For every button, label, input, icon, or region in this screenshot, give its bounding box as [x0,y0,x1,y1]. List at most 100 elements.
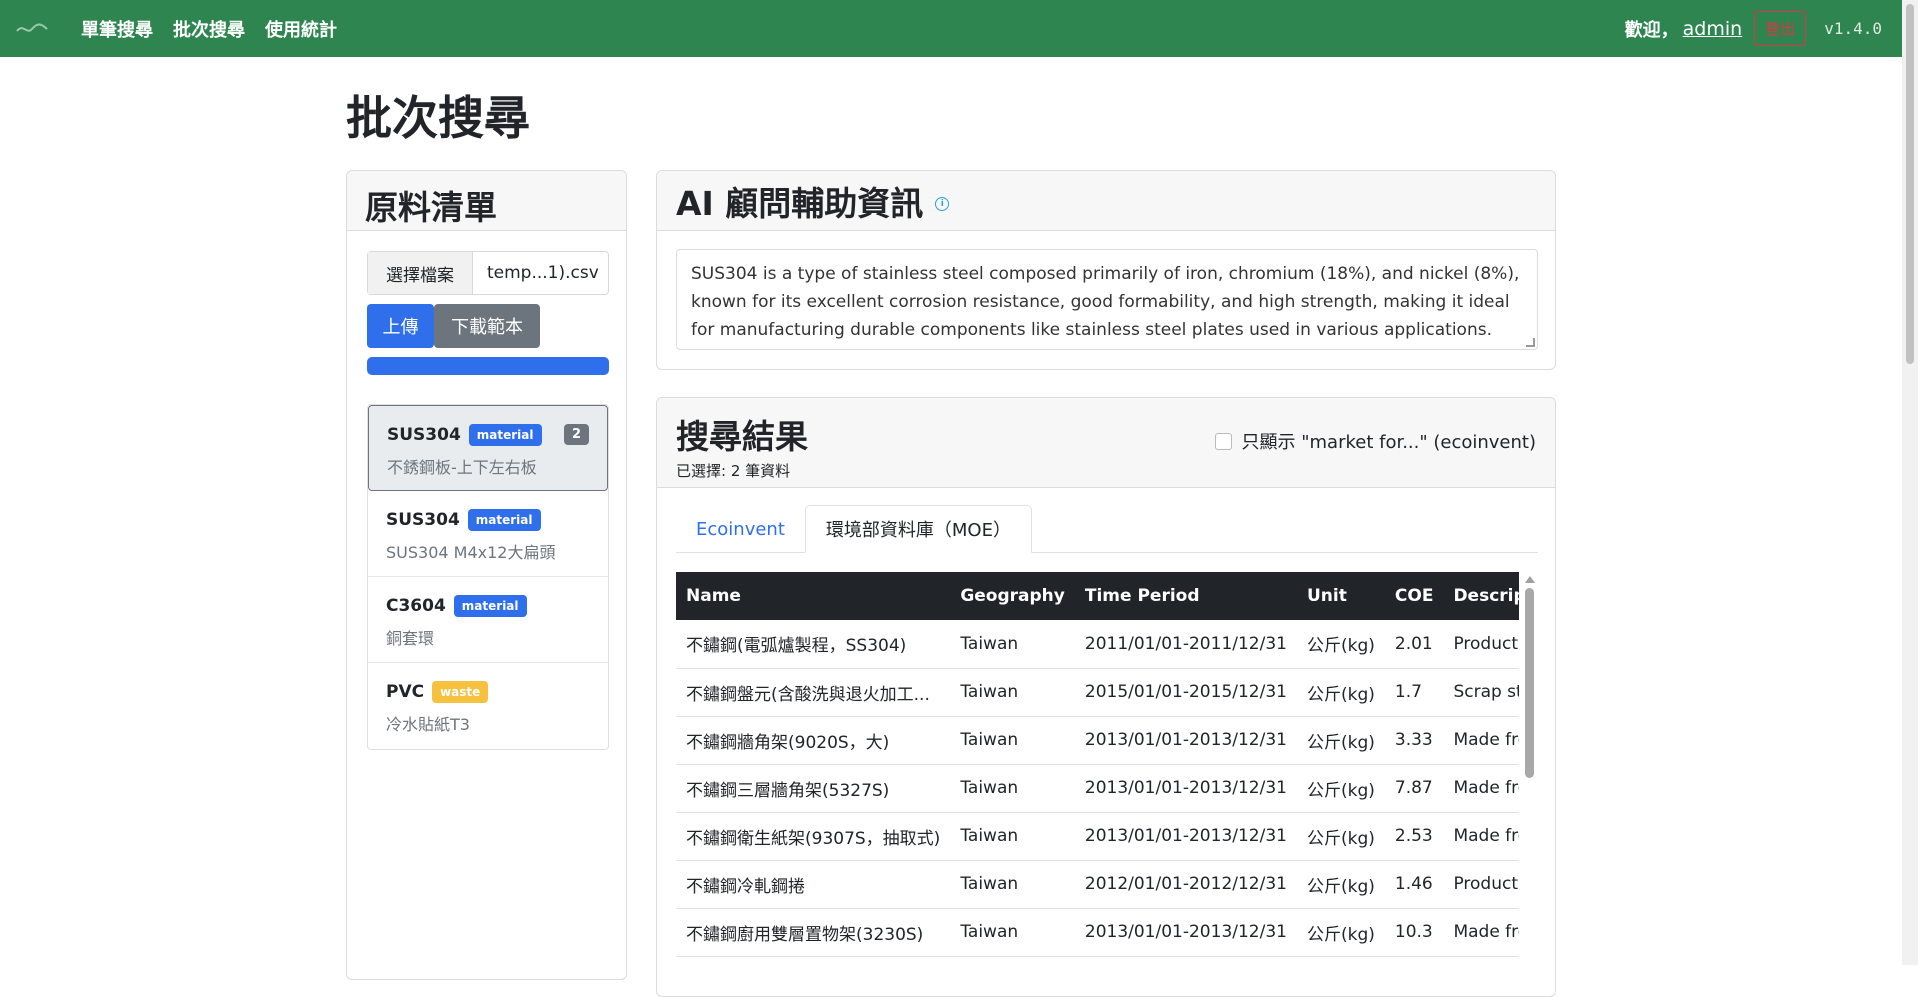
ai-advice-text: SUS304 is a type of stainless steel comp… [691,264,1520,340]
tab-ecoinvent[interactable]: Ecoinvent [676,505,805,553]
material-name: PVC [386,682,425,702]
logout-button[interactable]: 登出 [1754,11,1807,46]
welcome-text: 歡迎， [1624,19,1679,41]
table-header-row: Name Geography Time Period Unit COE Desc… [676,572,1519,620]
cell-description: Scrap steel [1443,668,1519,717]
table-row[interactable]: 不鏽鋼三層牆角架(5327S) Taiwan 2013/01/01-2013/12/… [676,764,1519,813]
resize-grip-icon[interactable] [1526,338,1535,347]
page-title: 批次搜尋 [346,91,530,145]
cell-geography: Taiwan [950,620,1075,669]
cell-geography: Taiwan [950,860,1075,909]
column-header-name[interactable]: Name [676,572,950,620]
cell-description: Production [1443,620,1519,669]
cell-geography: Taiwan [950,908,1075,957]
material-name: SUS304 [386,510,460,530]
cell-unit: 公斤(kg) [1296,860,1385,909]
info-icon[interactable]: i [935,196,950,211]
table-row[interactable]: 不鏽鋼廚用雙層置物架(3230S) Taiwan 2013/01/01-2013/1… [676,908,1519,957]
table-scrollbar-thumb[interactable] [1525,588,1534,778]
column-header-coe[interactable]: COE [1385,572,1444,620]
cell-name: 不鏽鋼(電弧爐製程，SS304) [676,620,951,669]
scroll-up-arrow-icon[interactable] [1525,576,1535,583]
ai-advisor-panel: AI 顧問輔助資訊 i SUS304 is a type of stainles… [656,170,1556,370]
cell-unit: 公斤(kg) [1296,764,1385,813]
cell-coe: 3.33 [1384,716,1444,765]
market-filter-toggle[interactable]: 只顯示 "market for..." (ecoinvent) [1214,428,1537,454]
cell-coe: 7.87 [1384,764,1444,813]
material-item[interactable]: PVC waste 冷水貼紙T3 [368,663,608,749]
table-row[interactable]: 不鏽鋼冷軋鋼捲 Taiwan 2012/01/01-2012/12/31 公斤(kg)… [676,860,1519,909]
page-scrollbar[interactable] [1902,0,1918,965]
cell-coe: 1.7 [1384,668,1444,717]
upload-button[interactable]: 上傳 [367,304,434,348]
cell-unit: 公斤(kg) [1296,620,1385,669]
username-link[interactable]: admin [1683,18,1743,40]
material-item[interactable]: C3604 material 銅套環 [368,577,608,663]
selection-count-badge: 2 [563,424,589,445]
cell-name: 不鏽鋼廚用雙層置物架(3230S) [676,908,951,957]
material-tag-badge: material [467,509,541,531]
column-header-geography[interactable]: Geography [950,572,1075,620]
table-scrollbar[interactable] [1521,572,1538,996]
cell-geography: Taiwan [950,764,1075,813]
column-header-unit[interactable]: Unit [1297,572,1385,620]
table-row[interactable]: 不鏽鋼牆角架(9020S，大) Taiwan 2013/01/01-2013/12/… [676,716,1519,765]
results-table-body: 不鏽鋼(電弧爐製程，SS304) Taiwan 2011/01/01-2011/12… [676,620,1519,957]
cell-description: Made from [1443,812,1519,861]
nav-single-search[interactable]: 單筆搜尋 [81,16,153,42]
market-filter-label: 只顯示 "market for..." (ecoinvent) [1241,432,1537,453]
materials-panel: 原料清單 選擇檔案 temp...1).csv 上傳 下載範本 SUS304 m… [346,170,627,980]
material-item[interactable]: SUS304 material SUS304 M4x12大扁頭 [368,491,608,577]
cell-geography: Taiwan [950,716,1075,765]
choose-file-button[interactable]: 選擇檔案 [368,252,473,294]
top-navbar: 單筆搜尋 批次搜尋 使用統計 歡迎， admin 登出 v1.4.0 [0,0,1902,57]
material-list: SUS304 material 不銹鋼板-上下左右板 2 SUS304 mate… [367,404,609,750]
cell-description: Made from [1443,908,1519,957]
material-name: C3604 [386,596,446,616]
cell-unit: 公斤(kg) [1296,668,1385,717]
cell-geography: Taiwan [950,812,1075,861]
material-item[interactable]: SUS304 material 不銹鋼板-上下左右板 2 [368,405,608,491]
materials-panel-title: 原料清單 [365,188,497,227]
material-name: SUS304 [387,425,461,445]
cell-name: 不鏽鋼三層牆角架(5327S) [676,764,951,813]
table-row[interactable]: 不鏽鋼(電弧爐製程，SS304) Taiwan 2011/01/01-2011/12… [676,620,1519,669]
tab-moe[interactable]: 環境部資料庫（MOE） [804,505,1032,553]
table-row[interactable]: 不鏽鋼盤元(含酸洗與退火加工... Taiwan 2015/01/01-2015/1… [676,668,1519,717]
market-filter-checkbox[interactable] [1214,432,1232,450]
cell-time-period: 2011/01/01-2011/12/31 [1074,620,1297,669]
search-results-header: 搜尋結果 已選擇: 2 筆資料 只顯示 "market for..." (eco… [657,398,1555,488]
cell-time-period: 2013/01/01-2013/12/31 [1074,812,1297,861]
cell-unit: 公斤(kg) [1296,812,1385,861]
waste-tag-badge: waste [432,681,489,703]
column-header-description[interactable]: Description [1443,572,1519,620]
search-results-panel: 搜尋結果 已選擇: 2 筆資料 只顯示 "market for..." (eco… [656,397,1556,997]
download-template-button[interactable]: 下載範本 [434,304,540,348]
cell-time-period: 2015/01/01-2015/12/31 [1074,668,1297,717]
table-row[interactable]: 不鏽鋼衛生紙架(9307S，抽取式) Taiwan 2013/01/01-2013/… [676,812,1519,861]
brand-logo-icon[interactable] [10,0,54,57]
material-description: 冷水貼紙T3 [386,715,470,734]
nav-batch-search[interactable]: 批次搜尋 [173,16,245,42]
cell-unit: 公斤(kg) [1296,716,1385,765]
cell-coe: 1.46 [1384,860,1444,909]
file-input[interactable]: 選擇檔案 temp...1).csv [367,251,609,295]
material-tag-badge: material [468,424,542,446]
column-header-time-period[interactable]: Time Period [1075,572,1297,620]
nav-usage-stats[interactable]: 使用統計 [265,16,337,42]
nav-links: 單筆搜尋 批次搜尋 使用統計 [81,16,337,42]
cell-name: 不鏽鋼牆角架(9020S，大) [676,716,951,765]
cell-name: 不鏽鋼盤元(含酸洗與退火加工... [676,668,951,717]
cell-coe: 2.53 [1384,812,1444,861]
cell-time-period: 2013/01/01-2013/12/31 [1074,764,1297,813]
cell-time-period: 2013/01/01-2013/12/31 [1074,716,1297,765]
materials-panel-header: 原料清單 [347,171,626,231]
file-name-display: temp...1).csv [487,263,599,283]
page-scrollbar-thumb[interactable] [1906,4,1914,364]
upload-progress-bar [367,357,609,375]
cell-geography: Taiwan [950,668,1075,717]
ai-advice-textarea[interactable]: SUS304 is a type of stainless steel comp… [676,249,1538,350]
ai-advisor-header: AI 顧問輔助資訊 i [657,171,1555,231]
cell-coe: 10.3 [1384,908,1444,957]
cell-time-period: 2013/01/01-2013/12/31 [1074,908,1297,957]
